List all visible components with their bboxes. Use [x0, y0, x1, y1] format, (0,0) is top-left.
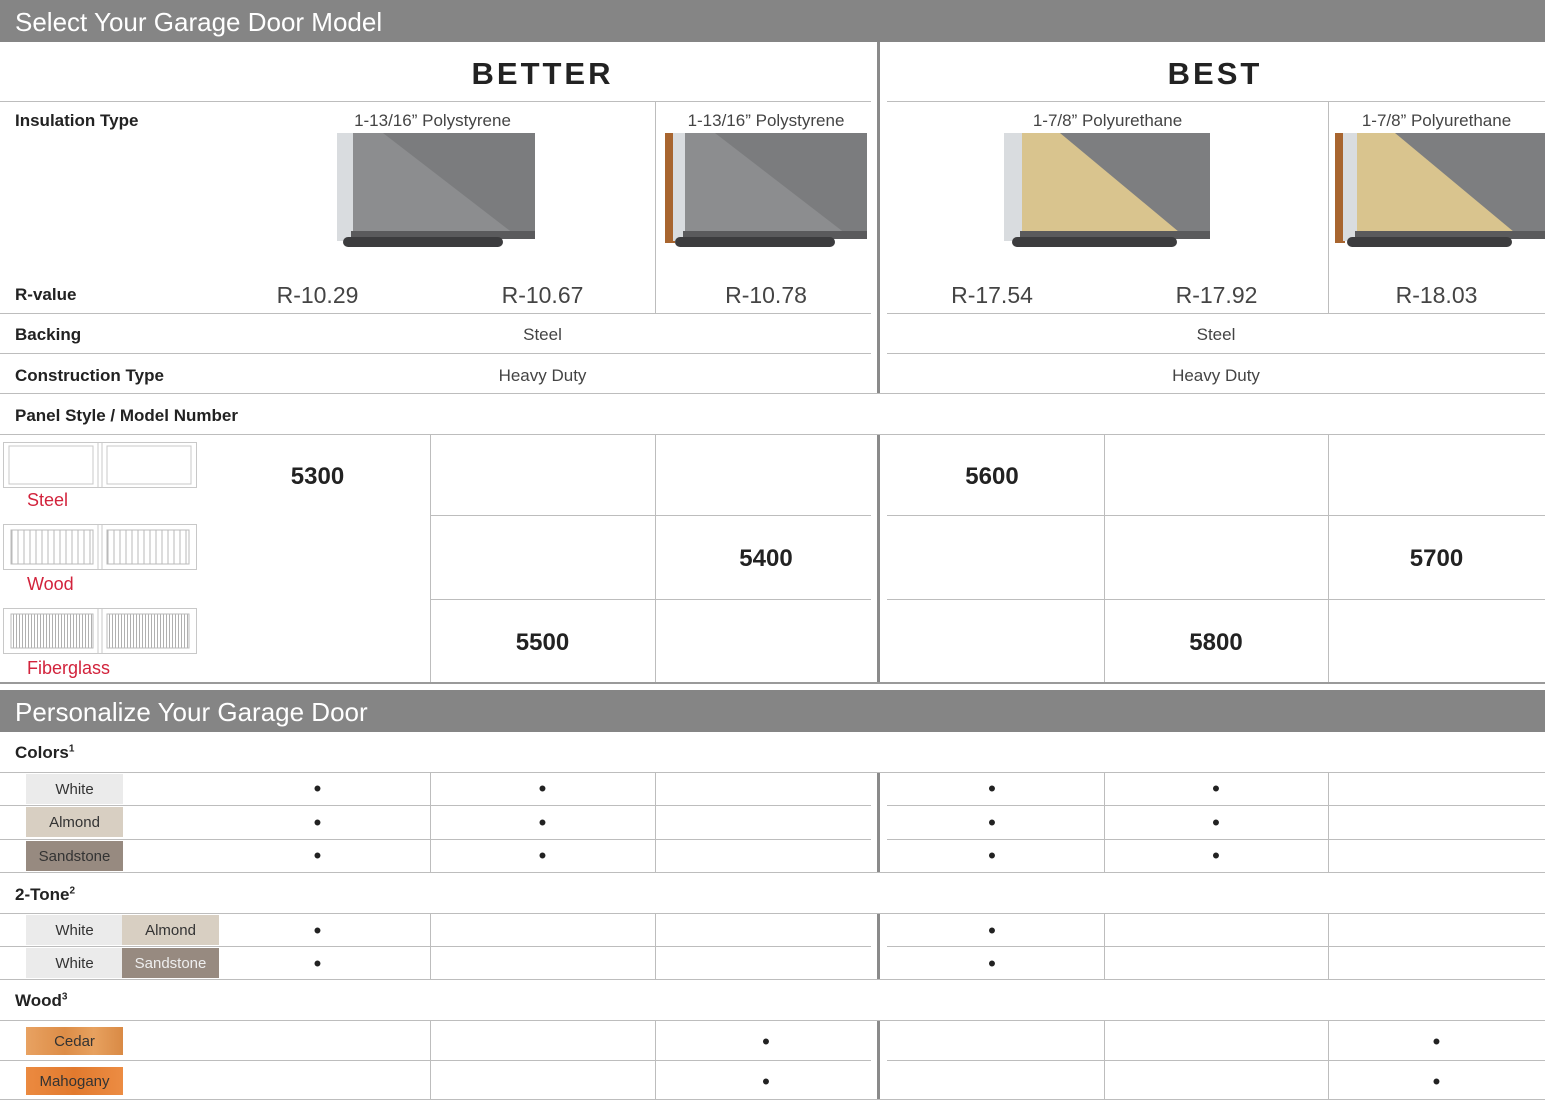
door-section-image	[1000, 133, 1210, 255]
rvalue-cell: R-17.54	[951, 282, 1033, 308]
availability-dot: •	[762, 1029, 770, 1054]
availability-dot: •	[988, 810, 996, 835]
tier-better-title: BETTER	[471, 56, 614, 91]
construction-best: Heavy Duty	[1172, 366, 1260, 385]
insulation-best-a: 1-7/8” Polyurethane	[1032, 111, 1183, 130]
section-title: Select Your Garage Door Model	[15, 7, 383, 37]
availability-dot: •	[313, 951, 322, 976]
rvalue-cell: R-17.92	[1175, 282, 1258, 308]
model-number: 5300	[290, 463, 345, 490]
material-label-steel: Steel	[27, 490, 69, 510]
model-number: 5700	[1409, 545, 1464, 572]
row-label-insulation: Insulation Type	[15, 111, 139, 130]
model-number: 5400	[739, 545, 793, 572]
material-label-wood: Wood	[27, 574, 74, 594]
row-label-panel-style: Panel Style / Model Number	[15, 406, 238, 425]
wood-swatch-cedar: Cedar	[26, 1027, 123, 1055]
availability-dot: •	[988, 951, 996, 976]
availability-dot: •	[538, 843, 547, 868]
row-label-backing: Backing	[15, 325, 82, 344]
steel-panel-image	[3, 442, 197, 488]
color-swatch-sandstone: Sandstone	[26, 841, 123, 871]
availability-dot: •	[538, 810, 547, 835]
wood-panel-image	[3, 524, 197, 570]
availability-dot: •	[1212, 776, 1220, 801]
tier-divider	[877, 1020, 880, 1100]
material-label-fiberglass: Fiberglass	[27, 658, 111, 678]
tier-divider	[877, 434, 880, 684]
availability-dot: •	[1432, 1069, 1441, 1094]
availability-dot: •	[988, 776, 996, 801]
two-tone-swatch-a: White	[26, 948, 123, 978]
section-title: Personalize Your Garage Door	[15, 697, 368, 727]
availability-dot: •	[762, 1069, 770, 1094]
tier-divider	[877, 772, 880, 872]
availability-dot: •	[313, 810, 322, 835]
model-number: 5600	[965, 463, 1019, 490]
backing-best: Steel	[1196, 325, 1236, 344]
two-tone-swatch-a: White	[26, 915, 123, 945]
two-tone-swatch-b: Sandstone	[122, 948, 219, 978]
availability-dot: •	[1212, 843, 1220, 868]
model-number: 5800	[1189, 629, 1243, 656]
door-section-image	[665, 133, 867, 255]
rvalue-cell: R-10.29	[276, 282, 359, 308]
availability-dot: •	[538, 776, 547, 801]
availability-dot: •	[1212, 810, 1220, 835]
wood-swatch-mahogany: Mahogany	[26, 1067, 123, 1095]
two-tone-swatch-b: Almond	[122, 915, 219, 945]
availability-dot: •	[313, 843, 322, 868]
tier-divider	[877, 913, 880, 979]
row-label-rvalue: R-value	[15, 285, 77, 304]
door-section-image	[1335, 133, 1545, 255]
tier-best-title: BEST	[1167, 56, 1263, 91]
color-swatch-almond: Almond	[26, 807, 123, 837]
availability-dot: •	[988, 918, 996, 943]
row-label-construction: Construction Type	[15, 366, 164, 385]
fiberglass-panel-image	[3, 608, 197, 654]
availability-dot: •	[313, 918, 322, 943]
colors-heading: Colors1	[15, 743, 75, 762]
two-tone-heading: 2-Tone2	[15, 885, 76, 904]
backing-better: Steel	[523, 325, 562, 344]
availability-dot: •	[1432, 1029, 1441, 1054]
rvalue-cell: R-18.03	[1395, 282, 1478, 308]
availability-dot: •	[313, 776, 322, 801]
construction-better: Heavy Duty	[498, 366, 587, 385]
tier-divider	[877, 42, 880, 393]
personalize-header: Personalize Your Garage Door	[0, 690, 1545, 732]
select-model-header: Select Your Garage Door Model	[0, 0, 1545, 42]
door-section-image	[333, 133, 535, 255]
insulation-best-b: 1-7/8” Polyurethane	[1361, 111, 1512, 130]
insulation-better-b: 1-13/16” Polystyrene	[687, 111, 845, 130]
rvalue-cell: R-10.78	[725, 282, 807, 308]
wood-heading: Wood3	[15, 991, 68, 1010]
availability-dot: •	[988, 843, 996, 868]
model-number: 5500	[515, 629, 570, 656]
rvalue-cell: R-10.67	[501, 282, 584, 308]
insulation-better-a: 1-13/16” Polystyrene	[354, 111, 511, 130]
color-swatch-white: White	[26, 774, 123, 804]
